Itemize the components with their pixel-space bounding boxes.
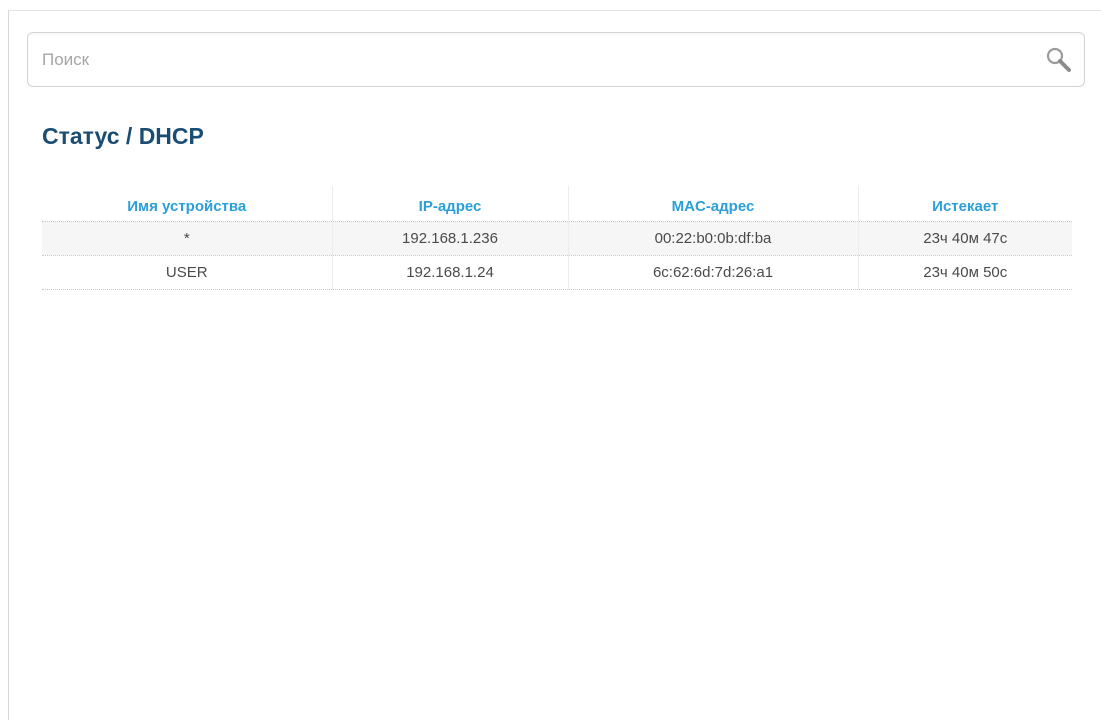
column-header-mac-address[interactable]: MAC-адрес <box>567 186 858 222</box>
cell-ip-address: 192.168.1.236 <box>331 221 568 256</box>
cell-mac-address: 00:22:b0:0b:df:ba <box>567 221 858 256</box>
table-row[interactable]: USER 192.168.1.24 6c:62:6d:7d:26:a1 23ч … <box>42 255 1072 290</box>
search-icon[interactable] <box>1044 45 1074 75</box>
search-box <box>27 32 1085 87</box>
cell-expires: 23ч 40м 47с <box>857 221 1072 256</box>
column-header-device-name[interactable]: Имя устройства <box>42 186 332 222</box>
cell-ip-address: 192.168.1.24 <box>331 255 568 290</box>
column-header-ip-address[interactable]: IP-адрес <box>331 186 568 222</box>
cell-device-name: * <box>42 221 332 256</box>
content-panel: Статус / DHCP Имя устройства IP-адрес MA… <box>8 10 1101 720</box>
table-row[interactable]: * 192.168.1.236 00:22:b0:0b:df:ba 23ч 40… <box>42 221 1072 256</box>
breadcrumb-page: DHCP <box>138 123 204 149</box>
cell-mac-address: 6c:62:6d:7d:26:a1 <box>567 255 858 290</box>
table-header-row: Имя устройства IP-адрес MAC-адрес Истека… <box>42 186 1072 222</box>
search-input[interactable] <box>28 33 1018 86</box>
breadcrumb-section: Статус <box>42 123 120 149</box>
page-title: Статус / DHCP <box>42 123 204 150</box>
cell-expires: 23ч 40м 50с <box>857 255 1072 290</box>
dhcp-leases-table: Имя устройства IP-адрес MAC-адрес Истека… <box>42 186 1072 290</box>
breadcrumb-separator: / <box>119 123 139 149</box>
cell-device-name: USER <box>42 255 332 290</box>
column-header-expires[interactable]: Истекает <box>857 186 1072 222</box>
